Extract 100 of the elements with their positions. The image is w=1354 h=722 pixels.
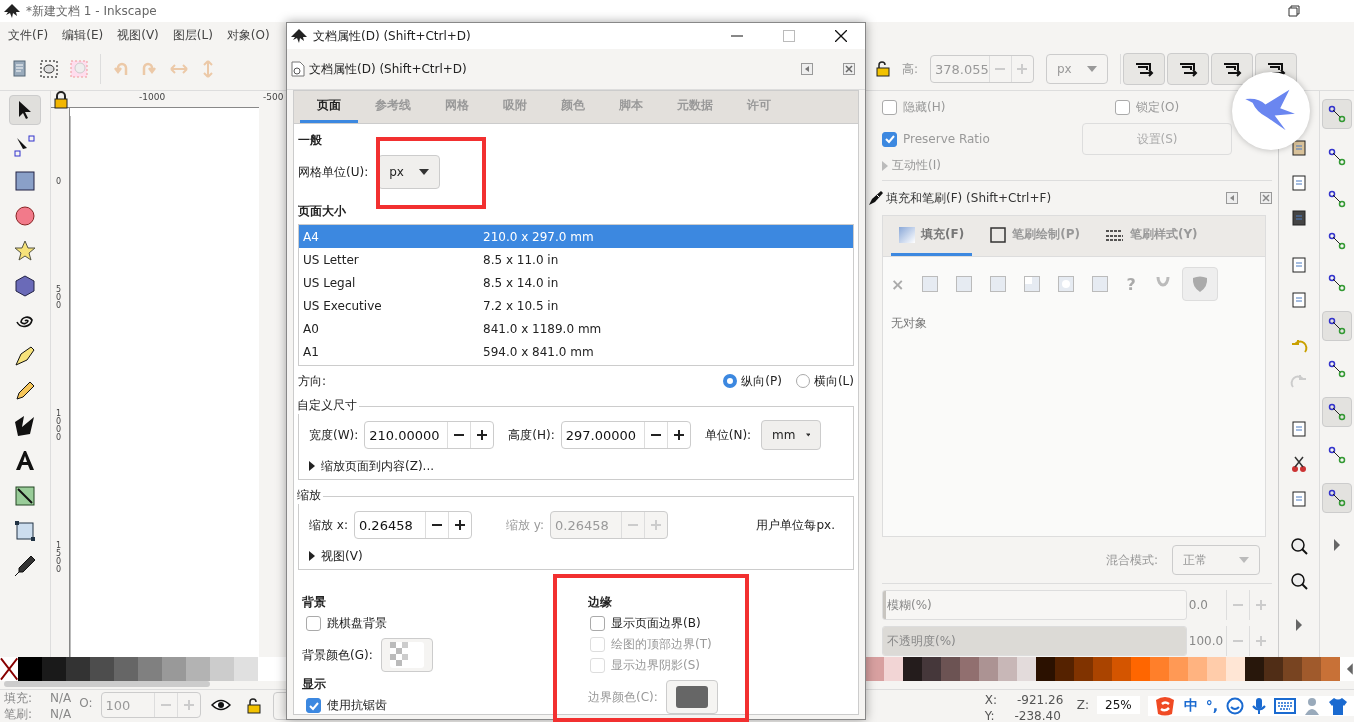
tab[interactable]: 元数据 (660, 91, 730, 123)
ruler-label: 1000 (56, 410, 63, 442)
scale-x-field[interactable]: 0.26458 (353, 511, 472, 539)
menu-item[interactable]: 编辑(E) (62, 26, 104, 44)
view-expander[interactable]: 视图(V) (309, 545, 847, 567)
page-size-row[interactable]: A0 841.0 x 1189.0 mm (299, 317, 853, 340)
unit-label: 单位(N): (704, 426, 752, 444)
page-size-row[interactable]: US Legal 8.5 x 14.0 in (299, 271, 853, 294)
x-coordinate: -921.26 (1017, 693, 1064, 707)
page-size-name: US Legal (303, 275, 357, 290)
blend-mode-dropdown[interactable]: 正常 (1172, 545, 1260, 575)
border-option-checkbox[interactable]: 显示页面边界(B) (590, 615, 718, 632)
section-heading: 背景 (302, 594, 327, 611)
tab[interactable]: 脚本 (602, 91, 660, 123)
stroke-value: N/A (50, 707, 72, 721)
opacity-label: O: (79, 696, 93, 710)
section-heading: 页面大小 (298, 203, 347, 220)
slider-label: 模糊(%) (886, 596, 932, 614)
page-size-row[interactable]: US Letter 8.5 x 11.0 in (299, 248, 853, 271)
blur-value: 0.0 (1187, 598, 1209, 612)
page-size-row[interactable]: US Executive 7.2 x 10.5 in (299, 294, 853, 317)
page-size-dimensions: 8.5 x 11.0 in (483, 252, 559, 267)
page-size-name: A1 (303, 344, 320, 359)
scale-note: 用户单位每px. (756, 516, 835, 534)
ruler-label: 0 (56, 178, 63, 186)
opacity-value: 100.0 (1187, 634, 1225, 648)
page-size-dimensions: 841.0 x 1189.0 mm (483, 321, 602, 336)
stroke-label: 笔刷: (4, 705, 33, 722)
hide-checkbox[interactable]: 隐藏(H) (882, 98, 946, 116)
width-field[interactable]: 210.00000 (364, 421, 495, 449)
menu-item[interactable]: 文件(F) (8, 26, 49, 44)
grid-units-label: 网格单位(U): (298, 163, 369, 181)
panel-title: 文档属性(D) (Shift+Ctrl+D) (309, 60, 467, 78)
grid-units-dropdown[interactable]: px (378, 155, 441, 189)
fill-value: N/A (50, 691, 72, 705)
slider-label: 不透明度(%) (886, 632, 956, 650)
page-size-row[interactable]: A4 210.0 x 297.0 mm (299, 225, 853, 248)
height-field[interactable]: 297.00000 (560, 421, 691, 449)
section-heading: 一般 (298, 132, 323, 149)
page-size-name: A0 (303, 321, 320, 336)
antialias-checkbox[interactable]: 使用抗锯齿 (306, 697, 552, 714)
page-size-name: A4 (303, 229, 320, 244)
resize-expander[interactable]: 缩放页面到内容(Z)... (309, 455, 847, 477)
tab[interactable]: 许可 (730, 91, 788, 123)
unset-paint-button[interactable]: ? (1126, 274, 1136, 294)
page-size-name: US Letter (303, 252, 360, 267)
menu-item[interactable]: 图层(L) (172, 26, 213, 44)
page-size-dimensions: 7.2 x 10.5 in (483, 298, 559, 313)
menu-item[interactable]: 视图(V) (117, 26, 159, 44)
preserve-ratio-checkbox[interactable]: Preserve Ratio (882, 131, 990, 147)
tab[interactable]: 网格 (428, 91, 486, 123)
status-message: 无对象 (891, 315, 928, 332)
height-label: 高: (901, 60, 918, 78)
punctuation-mode[interactable]: °, (1205, 698, 1218, 714)
no-paint-button[interactable]: × (891, 274, 905, 294)
height-label: 高度(H): (508, 426, 555, 444)
scale-x-label: 缩放 x: (309, 516, 348, 534)
group-title: 缩放 (297, 487, 323, 504)
unit-dropdown[interactable]: mm (761, 420, 822, 450)
orientation-radio[interactable]: 横向(L) (795, 372, 854, 390)
page-size-name: US Executive (303, 298, 383, 313)
opacity-slider[interactable]: 不透明度(%) (882, 626, 1187, 656)
ruler-label: -500 (263, 92, 284, 102)
page-size-dimensions: 210.0 x 297.0 mm (483, 229, 594, 244)
orientation-label: 方向: (298, 372, 327, 390)
settings-button[interactable]: 设置(S) (1082, 123, 1232, 155)
panel-tab[interactable]: 笔刷样式(Y) (1097, 216, 1206, 256)
tab[interactable]: 参考线 (358, 91, 428, 123)
section-heading: 边缘 (588, 594, 613, 611)
menu-item[interactable]: 对象(O) (226, 26, 270, 44)
ruler-label: -1000 (139, 92, 166, 102)
unit-dropdown[interactable]: px (1046, 54, 1108, 84)
ruler-label: 500 (56, 286, 63, 310)
input-mode[interactable]: 中 (1183, 697, 1198, 715)
tab[interactable]: 吸附 (486, 91, 544, 123)
panel-title: 填充和笔刷(F) (Shift+Ctrl+F) (886, 189, 1052, 207)
page-size-dimensions: 8.5 x 14.0 in (483, 275, 559, 290)
blur-slider[interactable]: 模糊(%) (882, 590, 1187, 620)
y-coordinate: -238.40 (1014, 709, 1061, 722)
section-heading: 显示 (302, 676, 327, 693)
lock-checkbox[interactable]: 锁定(O) (1115, 98, 1180, 116)
y-label: Y: (984, 709, 995, 722)
border-color-label: 边界颜色(C): (588, 688, 658, 706)
fill-label: 填充: (4, 689, 33, 707)
width-label: 宽度(W): (309, 426, 359, 444)
interactivity-expander[interactable]: 互动性(I) (882, 157, 1272, 174)
zoom-field[interactable]: 25% (1097, 696, 1140, 714)
page-size-row[interactable]: A1 594.0 x 841.0 mm (299, 340, 853, 363)
window-title: *新建文档 1 - Inkscape (26, 2, 157, 20)
checkerboard-checkbox[interactable]: 跳棋盘背景 (306, 615, 552, 632)
background-color-label: 背景颜色(G): (302, 646, 373, 664)
page-size-dimensions: 594.0 x 841.0 mm (483, 344, 594, 359)
group-title: 自定义尺寸 (297, 397, 359, 414)
scale-y-label: 缩放 y: (505, 516, 545, 534)
panel-tab[interactable]: 笔刷绘制(P) (982, 216, 1088, 256)
orientation-radio[interactable]: 纵向(P) (723, 372, 782, 390)
dialog-title: 文档属性(D) (Shift+Ctrl+D) (313, 27, 471, 45)
x-label: X: (984, 693, 997, 707)
blend-mode-label: 混合模式: (1105, 551, 1158, 569)
tab[interactable]: 颜色 (544, 91, 602, 123)
